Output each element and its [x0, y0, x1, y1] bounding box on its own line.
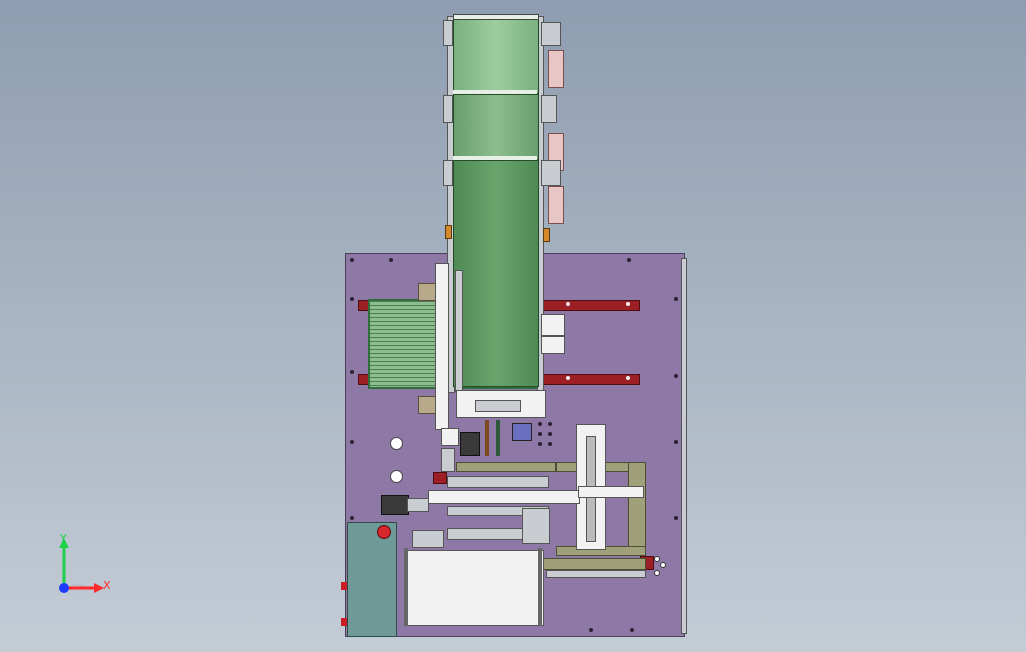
bolt	[538, 432, 542, 436]
conveyor-bracket	[443, 95, 453, 123]
triad-x-label: X	[103, 579, 111, 592]
guide-column	[435, 263, 449, 430]
conveyor-bracket	[443, 160, 453, 186]
gripper-finger	[460, 432, 480, 456]
rail-bolt	[626, 302, 630, 306]
conveyor-belt[interactable]	[453, 160, 539, 387]
gripper-finger	[496, 420, 500, 456]
plate-cutout	[390, 470, 403, 483]
bolt	[538, 422, 542, 426]
conveyor-bracket	[445, 225, 452, 239]
bin-divider	[404, 548, 408, 626]
mounting-hole	[674, 297, 678, 301]
side-cylinder[interactable]	[548, 50, 564, 88]
sensor-block	[441, 448, 455, 472]
mounting-hole	[350, 258, 354, 262]
horizontal-actuator[interactable]	[578, 486, 644, 498]
stepper-motor[interactable]	[381, 495, 409, 515]
guide-rail-lower	[540, 558, 646, 570]
cylinder-bracket	[541, 95, 557, 123]
actuator-slide	[447, 476, 549, 488]
rail-bolt	[626, 376, 630, 380]
conveyor-top-cap	[453, 14, 539, 20]
mounting-hole	[589, 628, 593, 632]
conveyor-slat	[453, 90, 537, 94]
conveyor-bracket	[443, 20, 453, 46]
mounting-hole	[627, 258, 631, 262]
bolt	[548, 442, 552, 446]
rail-carriage[interactable]	[541, 314, 565, 336]
coordinate-triad: Y X	[48, 530, 118, 600]
cad-viewport[interactable]	[0, 0, 1026, 652]
plate-cutout	[390, 437, 403, 450]
bolt	[548, 422, 552, 426]
cylinder-bracket	[541, 160, 561, 186]
cylinder-bracket	[541, 22, 561, 46]
guide-column	[455, 270, 463, 392]
bin-foot	[412, 530, 444, 548]
control-box[interactable]	[347, 522, 397, 637]
gripper-plate	[475, 400, 521, 412]
gripper-finger	[485, 420, 489, 456]
conveyor-belt[interactable]	[453, 16, 539, 94]
horizontal-actuator[interactable]	[428, 490, 580, 504]
conveyor-slat	[453, 156, 537, 160]
fastener	[654, 570, 660, 576]
fastener	[660, 562, 666, 568]
emergency-stop-button[interactable]	[377, 525, 391, 539]
mounting-hole	[389, 258, 393, 262]
indicator-light	[341, 582, 347, 590]
mounting-hole	[350, 440, 354, 444]
mounting-hole	[674, 440, 678, 444]
rail-bolt	[566, 376, 570, 380]
mounting-hole	[630, 628, 634, 632]
side-cylinder[interactable]	[548, 186, 564, 224]
bolt	[548, 432, 552, 436]
rotary-unit[interactable]	[522, 508, 550, 544]
conveyor-bracket	[543, 228, 550, 242]
stage-frame	[456, 462, 556, 472]
sensor-block	[441, 428, 459, 446]
collection-bin[interactable]	[404, 550, 544, 626]
mounting-hole	[674, 374, 678, 378]
rail-bolt	[566, 302, 570, 306]
triad-y-label: Y	[60, 532, 67, 545]
base-plate-right-edge	[681, 258, 687, 634]
mounting-hole	[350, 370, 354, 374]
stopper	[433, 472, 447, 484]
mounting-hole	[350, 516, 354, 520]
rail-carriage[interactable]	[541, 336, 565, 354]
stage-frame	[628, 462, 646, 556]
bolt	[538, 442, 542, 446]
mounting-hole	[674, 516, 678, 520]
guide-rail-lower	[546, 570, 646, 578]
motor-coupling	[407, 498, 429, 512]
mounting-hole	[350, 297, 354, 301]
conveyor-belt[interactable]	[453, 94, 539, 160]
indicator-light	[341, 618, 347, 626]
bin-divider	[538, 548, 542, 626]
fastener	[654, 556, 660, 562]
gripper-block	[512, 423, 532, 441]
